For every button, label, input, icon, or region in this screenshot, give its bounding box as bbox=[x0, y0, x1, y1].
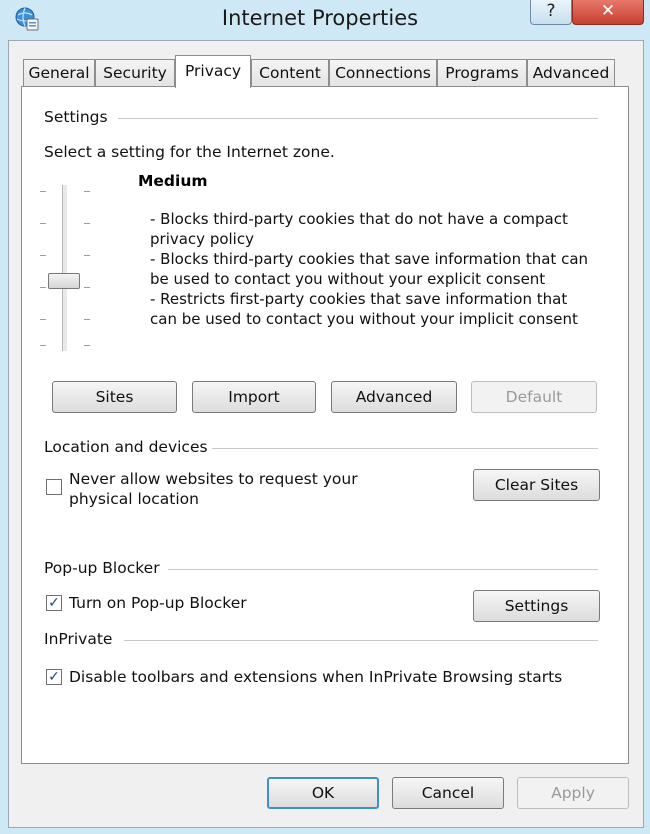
checkmark-icon: ✓ bbox=[48, 595, 60, 611]
slider-tick bbox=[84, 345, 90, 346]
tab-general[interactable]: General bbox=[23, 59, 95, 87]
sites-button[interactable]: Sites bbox=[52, 381, 177, 413]
slider-tick bbox=[40, 191, 46, 192]
default-button[interactable]: Default bbox=[471, 381, 597, 413]
slider-tick bbox=[84, 191, 90, 192]
popup-checkbox-label: Turn on Pop-up Blocker bbox=[69, 594, 247, 612]
apply-button[interactable]: Apply bbox=[517, 777, 629, 809]
internet-properties-window: Internet Properties ? ✕ General Security… bbox=[0, 0, 650, 834]
settings-group-title: Settings bbox=[44, 108, 108, 126]
title-bar[interactable]: Internet Properties ? ✕ bbox=[0, 0, 650, 40]
clear-sites-button[interactable]: Clear Sites bbox=[473, 469, 600, 501]
slider-tick bbox=[40, 287, 46, 288]
slider-track[interactable] bbox=[62, 185, 68, 351]
cancel-button[interactable]: Cancel bbox=[392, 777, 504, 809]
inprivate-group-title: InPrivate bbox=[44, 630, 113, 648]
tab-content[interactable]: Content bbox=[251, 59, 329, 87]
popup-settings-button[interactable]: Settings bbox=[473, 590, 600, 622]
location-group-title: Location and devices bbox=[44, 438, 208, 456]
slider-tick bbox=[84, 287, 90, 288]
tab-connections[interactable]: Connections bbox=[329, 59, 437, 87]
slider-tick bbox=[40, 223, 46, 224]
location-checkbox-label: Never allow websites to request your phy… bbox=[69, 470, 358, 508]
zone-instruction: Select a setting for the Internet zone. bbox=[44, 143, 335, 161]
slider-tick bbox=[84, 255, 90, 256]
inprivate-checkbox-label: Disable toolbars and extensions when InP… bbox=[69, 668, 563, 686]
help-button[interactable]: ? bbox=[530, 0, 572, 25]
tab-privacy[interactable]: Privacy bbox=[175, 55, 251, 88]
popup-group-title: Pop-up Blocker bbox=[44, 559, 160, 577]
ok-button[interactable]: OK bbox=[267, 777, 379, 809]
privacy-tab-panel: Settings Select a setting for the Intern… bbox=[21, 86, 629, 764]
privacy-level-name: Medium bbox=[138, 172, 208, 190]
close-button[interactable]: ✕ bbox=[572, 0, 644, 25]
location-group-divider bbox=[212, 448, 598, 450]
slider-tick bbox=[84, 319, 90, 320]
slider-thumb[interactable] bbox=[48, 273, 80, 289]
tab-advanced[interactable]: Advanced bbox=[527, 59, 615, 87]
tab-security[interactable]: Security bbox=[95, 59, 175, 87]
popup-group-divider bbox=[168, 569, 598, 571]
inprivate-group-divider bbox=[124, 640, 598, 642]
dialog-body: General Security Privacy Content Connect… bbox=[8, 40, 644, 828]
tab-programs[interactable]: Programs bbox=[437, 59, 527, 87]
inprivate-checkbox[interactable]: ✓ bbox=[46, 669, 62, 685]
slider-tick bbox=[40, 319, 46, 320]
popup-checkbox[interactable]: ✓ bbox=[46, 595, 62, 611]
slider-tick bbox=[40, 345, 46, 346]
settings-group-divider bbox=[118, 118, 598, 120]
slider-tick bbox=[84, 223, 90, 224]
checkmark-icon: ✓ bbox=[48, 669, 60, 685]
import-button[interactable]: Import bbox=[192, 381, 316, 413]
location-checkbox[interactable] bbox=[46, 479, 62, 495]
privacy-level-description: - Blocks third-party cookies that do not… bbox=[150, 210, 589, 328]
slider-tick bbox=[40, 255, 46, 256]
advanced-button[interactable]: Advanced bbox=[331, 381, 457, 413]
